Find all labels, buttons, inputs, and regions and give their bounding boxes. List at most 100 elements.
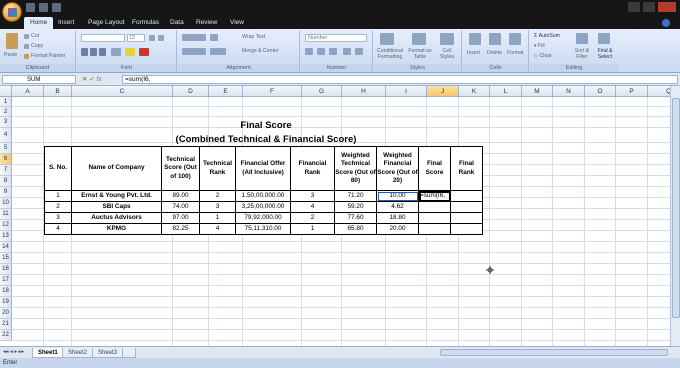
cell[interactable]: 4 (199, 223, 236, 235)
cut-button[interactable]: Cut (31, 33, 39, 39)
row-header-20[interactable]: 20 (0, 308, 12, 319)
cell[interactable]: 4 (290, 201, 335, 213)
cell[interactable]: 97.00 (161, 212, 200, 224)
cancel-icon[interactable]: ✕ (82, 76, 87, 83)
tab-insert[interactable]: Insert (52, 17, 80, 29)
cell-styles-button[interactable]: Cell Styles (436, 48, 458, 60)
cell[interactable]: 71.20 (334, 190, 377, 202)
grow-font-icon[interactable] (149, 35, 155, 41)
column-header-f[interactable]: F (243, 86, 302, 97)
row-header-22[interactable]: 22 (0, 330, 12, 341)
select-all-corner[interactable] (0, 86, 12, 97)
cell[interactable]: 79,92,000.00 (235, 212, 291, 224)
tab-view[interactable]: View (224, 17, 250, 29)
row-header-13[interactable]: 13 (0, 231, 12, 242)
maximize-button[interactable] (643, 2, 655, 12)
vertical-scrollbar[interactable] (670, 86, 680, 346)
formula-input[interactable]: =sum(I6, (122, 75, 678, 84)
column-header-n[interactable]: N (553, 86, 585, 97)
row-header-3[interactable]: 3 (0, 117, 12, 128)
save-icon[interactable] (26, 3, 35, 12)
cell[interactable]: 77.60 (334, 212, 377, 224)
copy-button[interactable]: Copy (31, 43, 43, 49)
fill-color-icon[interactable] (125, 48, 135, 56)
horizontal-scrollbar[interactable] (440, 349, 668, 356)
cell[interactable]: 2 (290, 212, 335, 224)
cell[interactable]: 3 (199, 201, 236, 213)
wrap-text-button[interactable]: Wrap Text (242, 34, 265, 40)
tab-formulas[interactable]: Formulas (126, 17, 165, 29)
cell[interactable]: 2 (199, 190, 236, 202)
number-format-select[interactable]: Number (305, 34, 367, 42)
row-header-15[interactable]: 15 (0, 253, 12, 264)
column-header-h[interactable]: H (342, 86, 386, 97)
cell[interactable] (418, 212, 451, 224)
row-header-12[interactable]: 12 (0, 220, 12, 231)
cell[interactable]: 2 (44, 201, 72, 213)
indent-icons[interactable] (210, 48, 226, 55)
cell[interactable]: 74.00 (161, 201, 200, 213)
row-header-17[interactable]: 17 (0, 275, 12, 286)
cell[interactable]: SBI Caps (71, 201, 162, 213)
row-header-9[interactable]: 9 (0, 187, 12, 198)
currency-icon[interactable] (305, 48, 313, 55)
cell[interactable]: 59.20 (334, 201, 377, 213)
row-header-2[interactable]: 2 (0, 107, 12, 117)
column-header-e[interactable]: E (209, 86, 243, 97)
font-size-select[interactable]: 12 (127, 34, 145, 42)
cell[interactable]: 10.00 (376, 190, 419, 202)
cell[interactable]: 1,50,00,000.00 (235, 190, 291, 202)
paste-icon[interactable] (6, 33, 18, 49)
row-header-10[interactable]: 10 (0, 198, 12, 209)
cell[interactable] (418, 223, 451, 235)
format-button[interactable]: Format (507, 50, 523, 56)
cell[interactable]: 65.80 (334, 223, 377, 235)
format-as-table-button[interactable]: Format as Table (407, 48, 433, 60)
row-header-19[interactable]: 19 (0, 297, 12, 308)
column-header-i[interactable]: I (386, 86, 427, 97)
column-header-p[interactable]: P (616, 86, 648, 97)
italic-icon[interactable] (90, 48, 97, 56)
row-header-14[interactable]: 14 (0, 242, 12, 253)
help-icon[interactable] (662, 19, 670, 27)
cell[interactable]: 89.00 (161, 190, 200, 202)
name-box[interactable]: SUM (2, 75, 76, 84)
close-button[interactable] (658, 2, 676, 12)
insert-button[interactable]: Insert (467, 50, 480, 56)
cell[interactable]: 1 (290, 223, 335, 235)
format-painter-button[interactable]: Format Painter (31, 53, 65, 59)
column-header-d[interactable]: D (173, 86, 209, 97)
cell[interactable] (450, 190, 483, 202)
active-cell[interactable]: =sum(I6, (418, 190, 451, 202)
merge-center-button[interactable]: Merge & Center (242, 48, 279, 54)
orientation-icon[interactable] (210, 34, 218, 41)
fx-icon[interactable]: fx (97, 76, 102, 83)
row-header-1[interactable]: 1 (0, 97, 12, 107)
autosum-button[interactable]: Σ AutoSum (534, 33, 560, 39)
fill-button[interactable]: ▾ Fill (534, 43, 545, 49)
paste-button[interactable]: Paste (4, 52, 17, 58)
vertical-align-icons[interactable] (182, 34, 206, 41)
undo-icon[interactable] (39, 3, 48, 12)
column-header-o[interactable]: O (585, 86, 616, 97)
office-button[interactable] (2, 2, 22, 22)
cell[interactable]: Auctus Advisors (71, 212, 162, 224)
column-header-l[interactable]: L (490, 86, 522, 97)
font-name-select[interactable] (81, 34, 125, 42)
tab-data[interactable]: Data (164, 17, 190, 29)
insert-sheet-icon[interactable] (122, 348, 136, 358)
delete-button[interactable]: Delete (487, 50, 502, 56)
cell[interactable]: Ernst & Young Pvt. Ltd. (71, 190, 162, 202)
column-header-b[interactable]: B (44, 86, 72, 97)
cell[interactable]: 3,25,00,000.00 (235, 201, 291, 213)
increase-decimal-icon[interactable] (343, 48, 351, 55)
find-select-button[interactable]: Find & Select (594, 48, 616, 60)
sheet-tab-3[interactable]: Sheet3 (92, 348, 124, 358)
row-header-6[interactable]: 6 (0, 154, 12, 165)
cell[interactable]: 4.62 (376, 201, 419, 213)
row-header-7[interactable]: 7 (0, 165, 12, 176)
sheet-nav-arrows[interactable]: ◂◂ ◂ ▸ ▸▸ (3, 349, 24, 355)
percent-icon[interactable] (317, 48, 325, 55)
cell[interactable] (450, 223, 483, 235)
cell[interactable]: 20.00 (376, 223, 419, 235)
